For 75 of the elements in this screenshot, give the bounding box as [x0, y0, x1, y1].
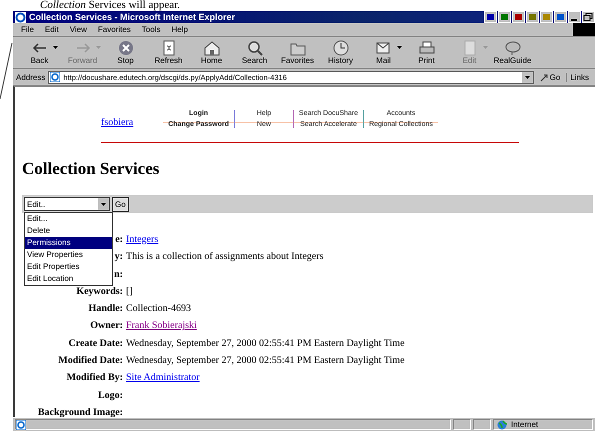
go-button[interactable]: Go	[112, 196, 129, 212]
dropdown-option[interactable]: Edit...	[25, 213, 112, 225]
leader-line	[0, 41, 13, 101]
caret-icon	[53, 46, 58, 49]
toolbar-button[interactable]: History	[320, 39, 361, 66]
window-title: Collection Services - Microsoft Internet Explorer	[29, 12, 236, 22]
menu-item[interactable]: View	[70, 25, 87, 34]
action-select[interactable]: Edit..	[24, 197, 110, 211]
field-label: Modified Date:	[58, 355, 123, 366]
house-icon	[202, 40, 222, 56]
minimize-icon[interactable]	[568, 11, 581, 23]
page-icon	[16, 420, 26, 430]
toolbar-button[interactable]: Print	[406, 39, 447, 66]
field-value: This is a collection of assignments about Integers	[126, 251, 324, 262]
links-button[interactable]: Links	[566, 72, 592, 82]
slide-caption: Collection Services will appear.	[39, 0, 181, 11]
app-icon[interactable]	[498, 11, 511, 23]
app-icon[interactable]	[512, 11, 525, 23]
menu-item[interactable]: Help	[171, 25, 188, 34]
field-label: Logo:	[98, 390, 123, 401]
field-link[interactable]: Site Administrator	[126, 372, 200, 384]
dropdown-option[interactable]: Edit Location	[25, 273, 112, 285]
menu-item[interactable]: Tools	[142, 25, 160, 34]
dropdown-option[interactable]: Delete	[25, 225, 112, 237]
arrow-icon	[540, 72, 549, 82]
globe-icon	[497, 420, 507, 430]
app-icon[interactable]	[484, 11, 497, 23]
dropdown-option[interactable]: Permissions	[25, 237, 112, 249]
field-label: Owner:	[90, 320, 123, 332]
dropdown-icon[interactable]	[522, 72, 533, 82]
toolbar-button[interactable]: Back	[19, 39, 60, 66]
menu-item[interactable]: Favorites	[98, 25, 131, 34]
toolbar-button[interactable]: Home	[191, 39, 232, 66]
toolbar-button[interactable]: Favorites	[277, 39, 318, 66]
toolbar-button[interactable]: RealGuide	[492, 39, 533, 66]
caret-icon	[397, 46, 402, 49]
field-label: Background Image:	[38, 406, 123, 417]
field-link[interactable]: Integers	[126, 234, 158, 245]
zone-label: Internet	[511, 420, 538, 429]
printer-icon	[416, 40, 436, 56]
toolbar-button[interactable]: Search	[234, 39, 275, 66]
status-cell	[473, 419, 491, 430]
dropdown-option[interactable]: View Properties	[25, 249, 112, 261]
dropdown-icon	[98, 198, 109, 210]
dropdown-option[interactable]: Edit Properties	[25, 261, 112, 273]
address-label: Address	[16, 72, 46, 82]
browser-icon	[15, 12, 26, 22]
field-label: n:	[114, 268, 123, 280]
toolbar-button[interactable]: Stop	[105, 39, 146, 66]
clock-icon	[330, 40, 350, 56]
field-label: Modified By:	[66, 372, 123, 384]
field-value: Wednesday, September 27, 2000 02:55:41 PM Eastern Daylight Time	[126, 355, 405, 366]
restore-icon[interactable]	[582, 11, 595, 23]
field-label: Handle:	[88, 303, 123, 314]
field-value: Wednesday, September 27, 2000 02:55:41 PM Eastern Daylight Time	[126, 338, 405, 349]
field-value: []	[126, 286, 133, 297]
go-button[interactable]: Go	[536, 72, 564, 82]
toolbar-button[interactable]: Refresh	[148, 39, 189, 66]
status-cell	[453, 419, 471, 430]
field-label: e:	[115, 234, 123, 245]
field-label: y:	[114, 251, 123, 262]
page-icon	[50, 72, 60, 82]
field-label: Create Date:	[68, 338, 123, 349]
user-link[interactable]: fsobiera	[101, 117, 134, 128]
field-value: Collection-4693	[126, 303, 191, 314]
caret-icon	[96, 46, 101, 49]
caret-icon	[483, 46, 488, 49]
speech-bubble-icon	[502, 40, 522, 56]
toolbar-button[interactable]: Mail	[363, 39, 404, 66]
menu-item[interactable]: Edit	[44, 25, 59, 34]
app-icon[interactable]	[554, 11, 567, 23]
field-link[interactable]: Frank Sobierajski	[126, 320, 197, 332]
field-label: Keywords:	[76, 286, 123, 297]
menu-item[interactable]: File	[21, 25, 34, 34]
page-heading: Collection Services	[22, 159, 160, 179]
